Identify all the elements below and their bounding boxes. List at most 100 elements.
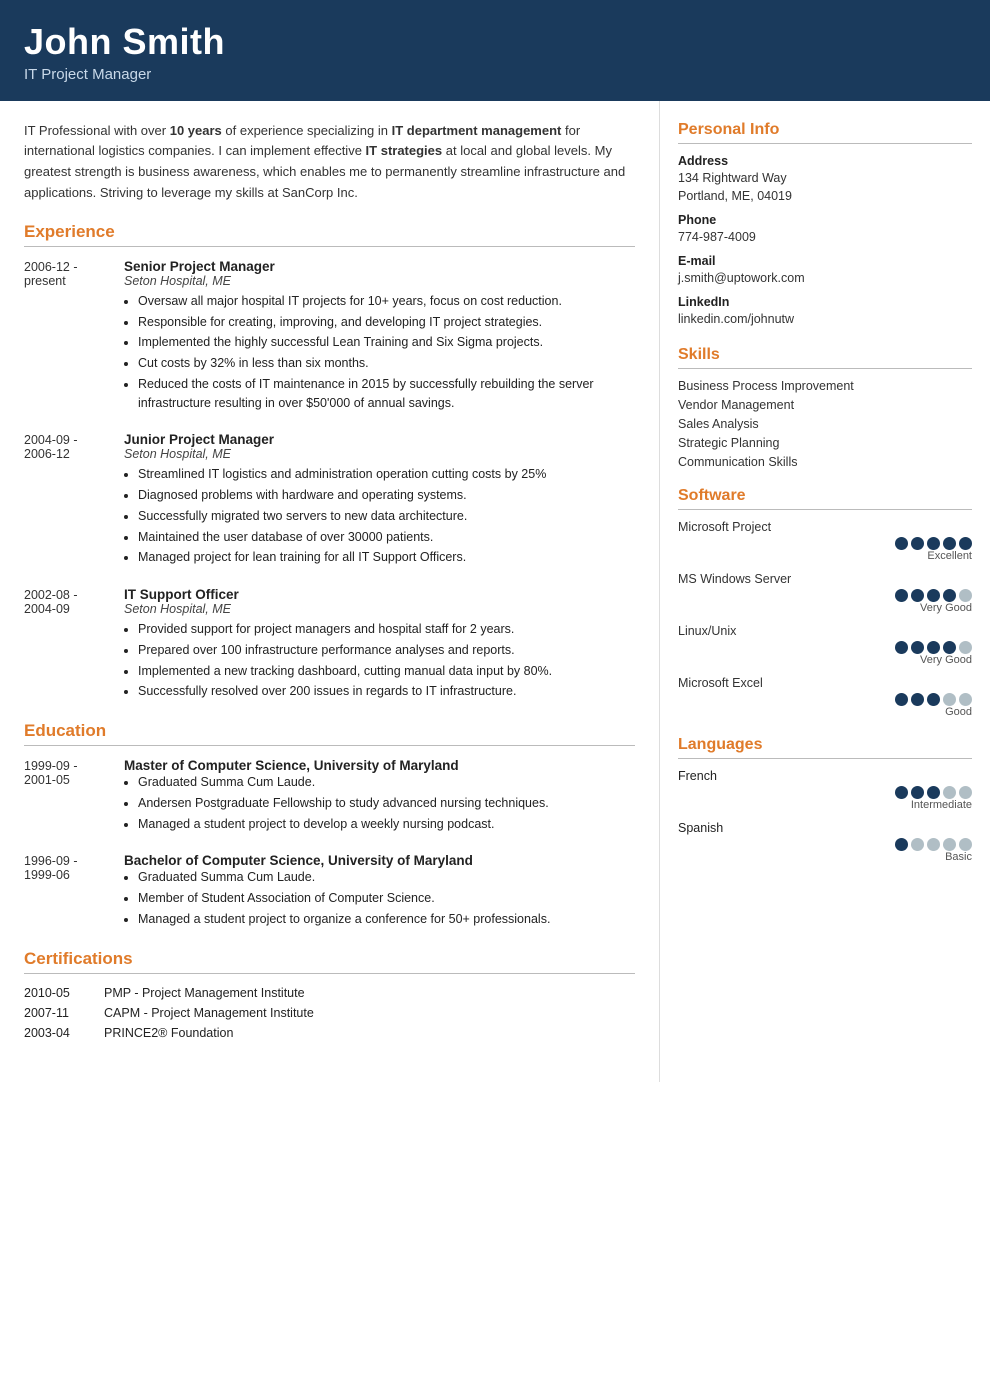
bullet: Graduated Summa Cum Laude. — [138, 773, 635, 792]
dot — [895, 589, 908, 602]
personal-info-title: Personal Info — [678, 121, 972, 139]
education-entry-1: 1999-09 -2001-05 Master of Computer Scie… — [24, 758, 635, 835]
bullet: Provided support for project managers an… — [138, 620, 635, 639]
dot — [895, 838, 908, 851]
cert-entry-1: 2010-05 PMP - Project Management Institu… — [24, 986, 635, 1000]
cert-date-3: 2003-04 — [24, 1026, 104, 1040]
experience-section: Experience 2006-12 -present Senior Proje… — [24, 222, 635, 703]
software-label-1: Excellent — [678, 550, 972, 562]
experience-bullets-3: Provided support for project managers an… — [124, 620, 635, 701]
experience-entry-3: 2002-08 -2004-09 IT Support Officer Seto… — [24, 587, 635, 703]
experience-bullets-2: Streamlined IT logistics and administrat… — [124, 465, 635, 567]
dot — [943, 589, 956, 602]
cert-date-1: 2010-05 — [24, 986, 104, 1000]
education-title: Education — [24, 721, 635, 741]
language-dots-2 — [678, 838, 972, 851]
experience-job-title-3: IT Support Officer — [124, 587, 635, 602]
address-value: 134 Rightward WayPortland, ME, 04019 — [678, 169, 972, 207]
bullet: Streamlined IT logistics and administrat… — [138, 465, 635, 484]
dot — [927, 786, 940, 799]
dot — [911, 838, 924, 851]
cert-entry-3: 2003-04 PRINCE2® Foundation — [24, 1026, 635, 1040]
language-name-2: Spanish — [678, 821, 972, 835]
bullet: Implemented a new tracking dashboard, cu… — [138, 662, 635, 681]
language-name-1: French — [678, 769, 972, 783]
software-name-1: Microsoft Project — [678, 520, 972, 534]
dot — [943, 786, 956, 799]
dot — [943, 641, 956, 654]
summary-section: IT Professional with over 10 years of ex… — [24, 121, 635, 204]
skill-item-3: Sales Analysis — [678, 417, 972, 431]
bullet: Successfully resolved over 200 issues in… — [138, 682, 635, 701]
software-dots-3 — [678, 641, 972, 654]
software-title: Software — [678, 487, 972, 505]
bullet: Implemented the highly successful Lean T… — [138, 333, 635, 352]
dot — [911, 641, 924, 654]
dot — [927, 838, 940, 851]
dot — [927, 693, 940, 706]
cert-text-3: PRINCE2® Foundation — [104, 1026, 233, 1040]
experience-date-1: 2006-12 -present — [24, 259, 124, 415]
language-dots-1 — [678, 786, 972, 799]
dot — [959, 641, 972, 654]
education-date-1: 1999-09 -2001-05 — [24, 758, 124, 835]
bullet: Cut costs by 32% in less than six months… — [138, 354, 635, 373]
software-name-4: Microsoft Excel — [678, 676, 972, 690]
software-label-2: Very Good — [678, 602, 972, 614]
experience-bullets-1: Oversaw all major hospital IT projects f… — [124, 292, 635, 413]
dot — [927, 537, 940, 550]
education-degree-2: Bachelor of Computer Science, University… — [124, 853, 635, 868]
right-column: Personal Info Address 134 Rightward WayP… — [660, 101, 990, 1082]
software-dots-4 — [678, 693, 972, 706]
language-item-1: French Intermediate — [678, 769, 972, 811]
email-label: E-mail — [678, 254, 972, 268]
bullet: Diagnosed problems with hardware and ope… — [138, 486, 635, 505]
software-section: Software Microsoft Project Excellent MS … — [678, 487, 972, 718]
software-name-2: MS Windows Server — [678, 572, 972, 586]
bullet: Managed project for lean training for al… — [138, 548, 635, 567]
skill-item-4: Strategic Planning — [678, 436, 972, 450]
cert-entry-2: 2007-11 CAPM - Project Management Instit… — [24, 1006, 635, 1020]
experience-entry-1: 2006-12 -present Senior Project Manager … — [24, 259, 635, 415]
software-item-3: Linux/Unix Very Good — [678, 624, 972, 666]
dot — [911, 693, 924, 706]
skill-item-1: Business Process Improvement — [678, 379, 972, 393]
dot — [911, 786, 924, 799]
dot — [927, 589, 940, 602]
software-item-2: MS Windows Server Very Good — [678, 572, 972, 614]
dot — [943, 838, 956, 851]
dot — [895, 641, 908, 654]
skills-section: Skills Business Process Improvement Vend… — [678, 346, 972, 469]
cert-text-1: PMP - Project Management Institute — [104, 986, 305, 1000]
bullet: Managed a student project to develop a w… — [138, 815, 635, 834]
dot — [895, 693, 908, 706]
language-item-2: Spanish Basic — [678, 821, 972, 863]
dot — [959, 838, 972, 851]
dot — [895, 537, 908, 550]
experience-job-title-1: Senior Project Manager — [124, 259, 635, 274]
cert-text-2: CAPM - Project Management Institute — [104, 1006, 314, 1020]
software-name-3: Linux/Unix — [678, 624, 972, 638]
experience-org-1: Seton Hospital, ME — [124, 274, 635, 288]
languages-section: Languages French Intermediate Spanish — [678, 736, 972, 863]
bullet: Oversaw all major hospital IT projects f… — [138, 292, 635, 311]
bullet: Responsible for creating, improving, and… — [138, 313, 635, 332]
education-degree-1: Master of Computer Science, University o… — [124, 758, 635, 773]
software-dots-2 — [678, 589, 972, 602]
experience-job-title-2: Junior Project Manager — [124, 432, 635, 447]
main-layout: IT Professional with over 10 years of ex… — [0, 101, 990, 1082]
education-bullets-2: Graduated Summa Cum Laude. Member of Stu… — [124, 868, 635, 928]
dot — [911, 589, 924, 602]
bullet: Prepared over 100 infrastructure perform… — [138, 641, 635, 660]
dot — [959, 589, 972, 602]
experience-date-2: 2004-09 -2006-12 — [24, 432, 124, 569]
personal-info-section: Personal Info Address 134 Rightward WayP… — [678, 121, 972, 329]
experience-title: Experience — [24, 222, 635, 242]
linkedin-label: LinkedIn — [678, 295, 972, 309]
experience-entry-2: 2004-09 -2006-12 Junior Project Manager … — [24, 432, 635, 569]
language-label-2: Basic — [678, 851, 972, 863]
dot — [927, 641, 940, 654]
address-label: Address — [678, 154, 972, 168]
skills-title: Skills — [678, 346, 972, 364]
linkedin-value: linkedin.com/johnutw — [678, 310, 972, 329]
